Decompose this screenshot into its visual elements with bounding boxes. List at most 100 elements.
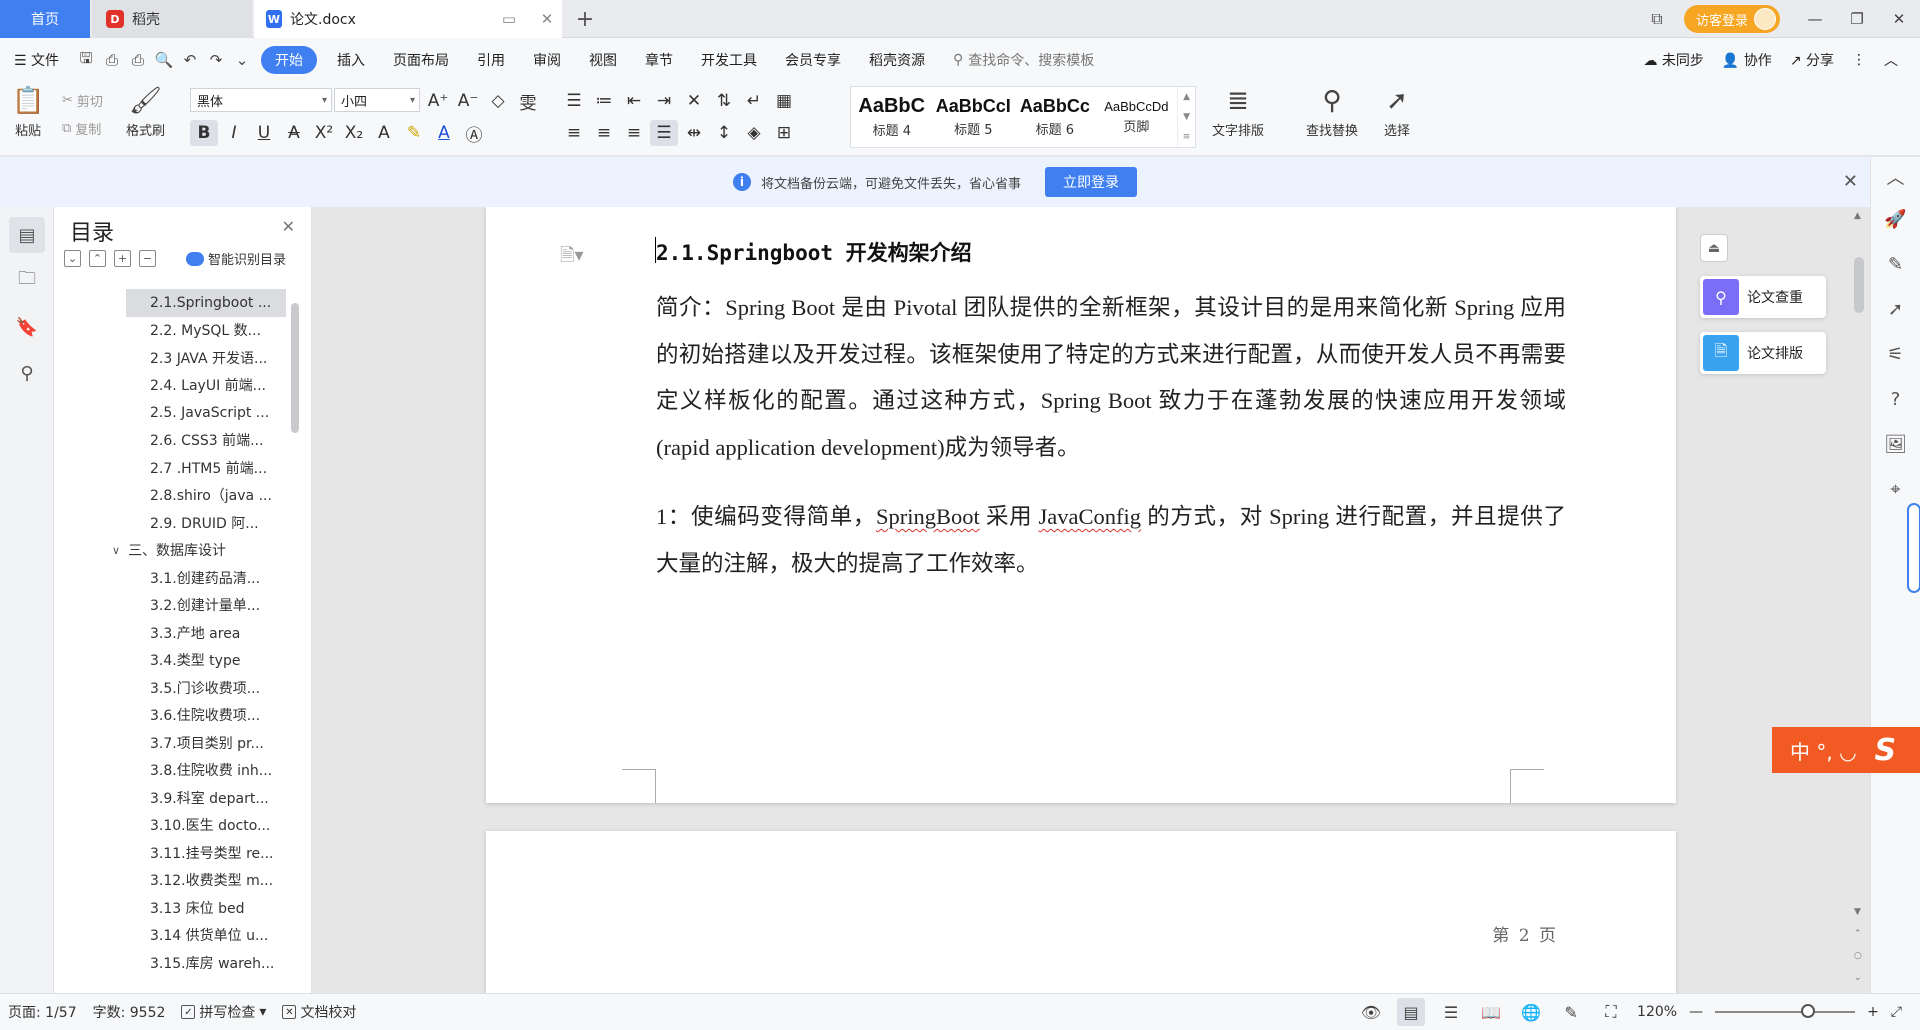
decrease-indent-icon[interactable]: ⇤ <box>620 88 648 114</box>
clear-format-icon[interactable]: ◇ <box>484 88 512 114</box>
select-browse-object-icon[interactable]: ○ <box>1854 951 1862 961</box>
paragraph[interactable]: 1：使编码变得简单，SpringBoot 采用 JavaConfig 的方式，对… <box>656 494 1566 587</box>
menu-review[interactable]: 审阅 <box>519 50 575 70</box>
toc-panel-icon[interactable]: ▤ <box>9 217 45 253</box>
toc-item[interactable]: 2.8.shiro（java ... <box>54 482 294 510</box>
toc-scrollbar[interactable] <box>291 303 299 433</box>
export-pdf-icon[interactable]: ⎙ <box>99 51 125 69</box>
zoom-in-icon[interactable]: + <box>1867 1004 1879 1020</box>
scroll-down-icon[interactable]: ▼ <box>1854 907 1861 917</box>
bold-icon[interactable]: B <box>190 120 218 146</box>
superscript-icon[interactable]: X² <box>310 120 338 146</box>
page[interactable]: 🗎▾ 2.1.Springboot 开发构架介绍 简介：Spring Boot … <box>486 207 1676 803</box>
command-search[interactable]: ⚲ 查找命令、搜索模板 <box>953 50 1094 70</box>
prev-page-icon[interactable]: ⌃ <box>1854 929 1862 939</box>
plagiarism-check-button[interactable]: ⚲ 论文查重 <box>1700 276 1826 318</box>
menu-view[interactable]: 视图 <box>575 50 631 70</box>
section-heading[interactable]: 2.1.Springboot 开发构架介绍 <box>656 237 972 267</box>
toc-item[interactable]: 3.15.库房 wareh... <box>54 949 294 977</box>
customize-toolbar-icon[interactable]: ⌄ <box>229 51 255 69</box>
zoom-slider[interactable] <box>1715 1004 1856 1018</box>
proofread-button[interactable]: ✕ 文档校对 <box>274 1002 364 1022</box>
italic-icon[interactable]: I <box>220 120 248 146</box>
paper-layout-button[interactable]: 🗎 论文排版 <box>1700 332 1826 374</box>
redo-icon[interactable]: ↷ <box>203 51 229 69</box>
sort-icon[interactable]: ⇅ <box>710 88 738 114</box>
paste-button[interactable]: 📋 粘贴 <box>12 86 44 139</box>
justify-icon[interactable]: ☰ <box>650 120 678 146</box>
login-now-button[interactable]: 立即登录 <box>1045 167 1137 197</box>
align-right-icon[interactable]: ≡ <box>620 120 648 146</box>
outline-view-icon[interactable]: ☰ <box>1437 998 1465 1026</box>
reading-view-icon[interactable]: 📖 <box>1477 998 1505 1026</box>
window-layout-icon[interactable]: ⧉ <box>1638 9 1676 29</box>
page-count[interactable]: 页面: 1/57 <box>0 1002 85 1022</box>
side-panel-slider[interactable] <box>1907 503 1920 593</box>
toc-item[interactable]: 3.10.医生 docto... <box>54 812 294 840</box>
menu-insert[interactable]: 插入 <box>323 50 379 70</box>
spell-check-toggle[interactable]: ✓ 拼写检查 ▾ <box>173 1002 274 1022</box>
web-view-icon[interactable]: 🌐 <box>1517 998 1545 1026</box>
borders-icon[interactable]: ⊞ <box>770 120 798 146</box>
collapse-all-icon[interactable]: ⌄ <box>64 250 81 267</box>
tab-daoke[interactable]: D 稻壳 <box>92 0 252 38</box>
collapse-ribbon-icon[interactable]: ︿ <box>1884 50 1898 70</box>
toc-item[interactable]: 2.1.Springboot ... <box>126 289 286 317</box>
grow-font-icon[interactable]: A⁺ <box>424 88 452 114</box>
phonetic-icon[interactable]: 雯 <box>514 88 542 114</box>
toc-item[interactable]: 3.6.住院收费项... <box>54 702 294 730</box>
font-size-select[interactable]: 小四 ▾ <box>334 88 420 112</box>
cut-button[interactable]: ✂ 剪切 <box>62 86 103 114</box>
pen-icon[interactable]: ✎ <box>1871 242 1920 287</box>
fullscreen-icon[interactable]: ⤢ <box>1891 1004 1902 1020</box>
toc-item[interactable]: 2.5. JavaScript ... <box>54 399 294 427</box>
select-pointer-icon[interactable]: ➚ <box>1871 287 1920 332</box>
smart-toc-button[interactable]: 智能识别目录 <box>186 249 286 268</box>
toc-item[interactable]: 3.11.挂号类型 re... <box>54 839 294 867</box>
tab-home[interactable]: 首页 <box>0 0 90 38</box>
shading-icon[interactable]: ◈ <box>740 120 768 146</box>
toc-item[interactable]: 2.2. MySQL 数... <box>54 317 294 345</box>
font-color-icon[interactable]: A <box>430 120 458 146</box>
distribute-icon[interactable]: ⇹ <box>680 120 708 146</box>
vertical-scrollbar[interactable]: ▲ ▼ ⌃ ○ ⌄ <box>1848 207 1870 993</box>
remove-heading-icon[interactable]: − <box>139 250 156 267</box>
file-menu[interactable]: ☰ 文件 <box>0 50 73 70</box>
toc-item[interactable]: 3.9.科室 depart... <box>54 784 294 812</box>
page[interactable]: 第 2 页 <box>486 831 1676 993</box>
toc-item[interactable]: 3.4.类型 type <box>54 647 294 675</box>
menu-member[interactable]: 会员专享 <box>771 50 855 70</box>
toc-item[interactable]: 2.9. DRUID 阿... <box>54 509 294 537</box>
page-view-icon[interactable]: ▤ <box>1397 998 1426 1026</box>
style-heading-4[interactable]: AaBbC 标题 4 <box>851 87 933 147</box>
menu-references[interactable]: 引用 <box>463 50 519 70</box>
select-button[interactable]: ➚ 选择 <box>1384 86 1410 139</box>
toc-item[interactable]: 2.7 .HTM5 前端... <box>54 454 294 482</box>
save-icon[interactable]: 🖫 <box>73 48 99 73</box>
menu-daoke-resources[interactable]: 稻壳资源 <box>855 50 939 70</box>
chevron-down-icon[interactable]: ∨ <box>112 544 120 557</box>
find-replace-button[interactable]: ⚲ 查找替换 <box>1306 86 1358 139</box>
fit-page-icon[interactable]: ⛶ <box>1597 998 1625 1026</box>
char-border-icon[interactable]: Ⓐ <box>460 120 488 146</box>
style-footer[interactable]: AaBbCcDd 页脚 <box>1096 87 1178 147</box>
format-painter-button[interactable]: 🖌 格式刷 <box>126 86 165 139</box>
expand-all-icon[interactable]: ⌃ <box>89 250 106 267</box>
menu-home[interactable]: 开始 <box>261 46 318 74</box>
toc-item[interactable]: 2.3 JAVA 开发语... <box>54 344 294 372</box>
guest-login-button[interactable]: 访客登录 <box>1683 5 1780 33</box>
menu-section[interactable]: 章节 <box>631 50 687 70</box>
toc-item[interactable]: 3.13 床位 bed <box>54 894 294 922</box>
help-icon[interactable]: ? <box>1871 377 1920 422</box>
toc-item[interactable]: 3.1.创建药品清... <box>54 564 294 592</box>
style-heading-5[interactable]: AaBbCcI 标题 5 <box>933 87 1015 147</box>
highlight-icon[interactable]: ✎ <box>400 120 428 146</box>
close-tab-icon[interactable]: ✕ <box>532 10 562 28</box>
collapse-tools-icon[interactable]: ⏏ <box>1700 234 1728 262</box>
pin-tab-icon[interactable]: ▭ <box>494 10 524 28</box>
chapter-nav-icon[interactable]: 🗀 <box>9 263 45 299</box>
close-window-icon[interactable]: ✕ <box>1878 10 1920 28</box>
zoom-level[interactable]: 120% <box>1637 1004 1677 1020</box>
menu-developer[interactable]: 开发工具 <box>687 50 771 70</box>
word-count[interactable]: 字数: 9552 <box>85 1002 174 1022</box>
